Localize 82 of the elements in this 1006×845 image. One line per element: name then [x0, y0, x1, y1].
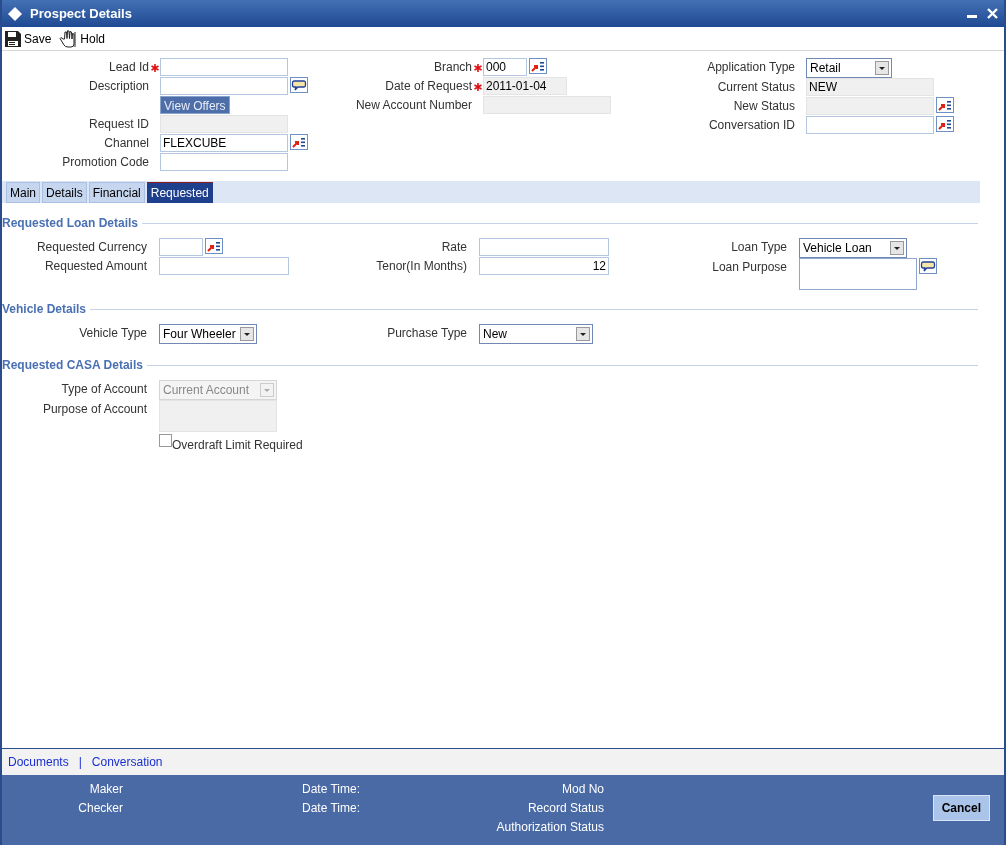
checkbox[interactable]	[159, 434, 172, 447]
audit-label: Maker	[88, 781, 123, 797]
input-field[interactable]	[806, 116, 934, 134]
input-field[interactable]	[806, 97, 934, 115]
footer-link[interactable]: Conversation	[91, 753, 163, 771]
field-label: Requested Amount	[43, 258, 147, 275]
field-label: Vehicle Type	[78, 325, 147, 342]
field-label: New Status	[732, 98, 795, 115]
field-label: Loan Type	[730, 239, 787, 256]
close-icon	[987, 8, 998, 19]
tab[interactable]: Requested	[146, 182, 213, 203]
caret-icon	[576, 327, 590, 341]
diamond-icon	[8, 6, 22, 21]
window-title: Prospect Details	[30, 4, 132, 23]
audit-label: Date Time:	[302, 800, 362, 816]
audit-label: Checker	[77, 800, 123, 816]
list-lookup-icon	[529, 58, 547, 74]
field-label: Requested Currency	[35, 239, 147, 256]
field-label: Purchase Type	[386, 325, 467, 342]
section-title: Requested CASA Details	[2, 357, 144, 374]
field-label: Tenor(In Months)	[375, 258, 467, 275]
field-label: Type of Account	[60, 381, 147, 398]
input-field[interactable]: 2011-01-04	[483, 77, 567, 95]
speech-bubble-icon	[290, 77, 308, 93]
field-label: Request ID	[87, 116, 149, 133]
field-label: Current Status	[716, 79, 795, 96]
tab[interactable]: Financial	[88, 182, 145, 203]
section-title: Vehicle Details	[2, 301, 88, 318]
caret-icon	[260, 383, 274, 397]
field-label: Channel	[103, 135, 149, 152]
dropdown[interactable]: Four Wheeler	[159, 324, 257, 344]
input-field[interactable]: FLEXCUBE	[160, 134, 288, 152]
input-field[interactable]	[479, 238, 609, 256]
input-field[interactable]: 000	[483, 58, 527, 76]
field-label: Lead Id	[107, 59, 149, 76]
tab[interactable]: Main	[6, 182, 40, 203]
speech-bubble-icon	[919, 258, 937, 274]
audit-label: Authorization Status	[495, 819, 604, 835]
field-label: Promotion Code	[61, 154, 149, 171]
dropdown[interactable]: Retail	[806, 58, 892, 78]
field-label: Rate	[440, 239, 467, 256]
input-field[interactable]	[160, 153, 288, 171]
audit-label: Mod No	[560, 781, 604, 797]
section-title: Requested Loan Details	[2, 215, 140, 232]
cancel-button[interactable]: Cancel	[932, 795, 990, 821]
field-label: Loan Purpose	[711, 259, 787, 276]
input-field[interactable]: 12	[479, 257, 609, 275]
list-lookup-icon	[290, 134, 308, 150]
toolbar-button[interactable]: Hold	[59, 29, 106, 48]
list-lookup-icon	[936, 97, 954, 113]
toolbar-button[interactable]: Save	[5, 29, 52, 48]
field-label: Conversation ID	[707, 117, 795, 134]
caret-icon	[890, 241, 904, 255]
list-lookup-icon	[205, 238, 223, 254]
caret-icon	[875, 61, 889, 75]
field-label: Date of Request	[384, 78, 472, 95]
dropdown[interactable]: New	[479, 324, 593, 344]
text-area[interactable]	[799, 258, 917, 290]
field-label: Description	[87, 78, 149, 95]
input-field[interactable]	[160, 115, 288, 133]
hand-icon	[59, 29, 78, 48]
field-label: New Account Number	[354, 97, 472, 114]
input-field[interactable]	[160, 77, 288, 95]
field-label: Branch	[432, 59, 472, 76]
minimize-icon	[967, 15, 977, 18]
audit-label: Record Status	[526, 800, 604, 816]
dropdown[interactable]: Vehicle Loan	[799, 238, 907, 258]
tab[interactable]: Details	[42, 182, 87, 203]
footer-link[interactable]: Documents	[8, 753, 69, 771]
field-label: Application Type	[706, 59, 795, 76]
input-field[interactable]	[160, 58, 288, 76]
caret-icon	[240, 327, 254, 341]
input-field[interactable]	[159, 238, 203, 256]
list-lookup-icon	[936, 116, 954, 132]
audit-label: Date Time:	[302, 781, 362, 797]
field-label: Purpose of Account	[41, 401, 147, 418]
view-offers-button[interactable]: View Offers	[160, 96, 230, 114]
checkbox-label[interactable]: Overdraft Limit Required	[159, 434, 303, 454]
input-field[interactable]: NEW	[806, 78, 934, 96]
input-field[interactable]	[483, 96, 611, 114]
input-field[interactable]	[159, 257, 289, 275]
link-separator: |	[78, 754, 82, 771]
